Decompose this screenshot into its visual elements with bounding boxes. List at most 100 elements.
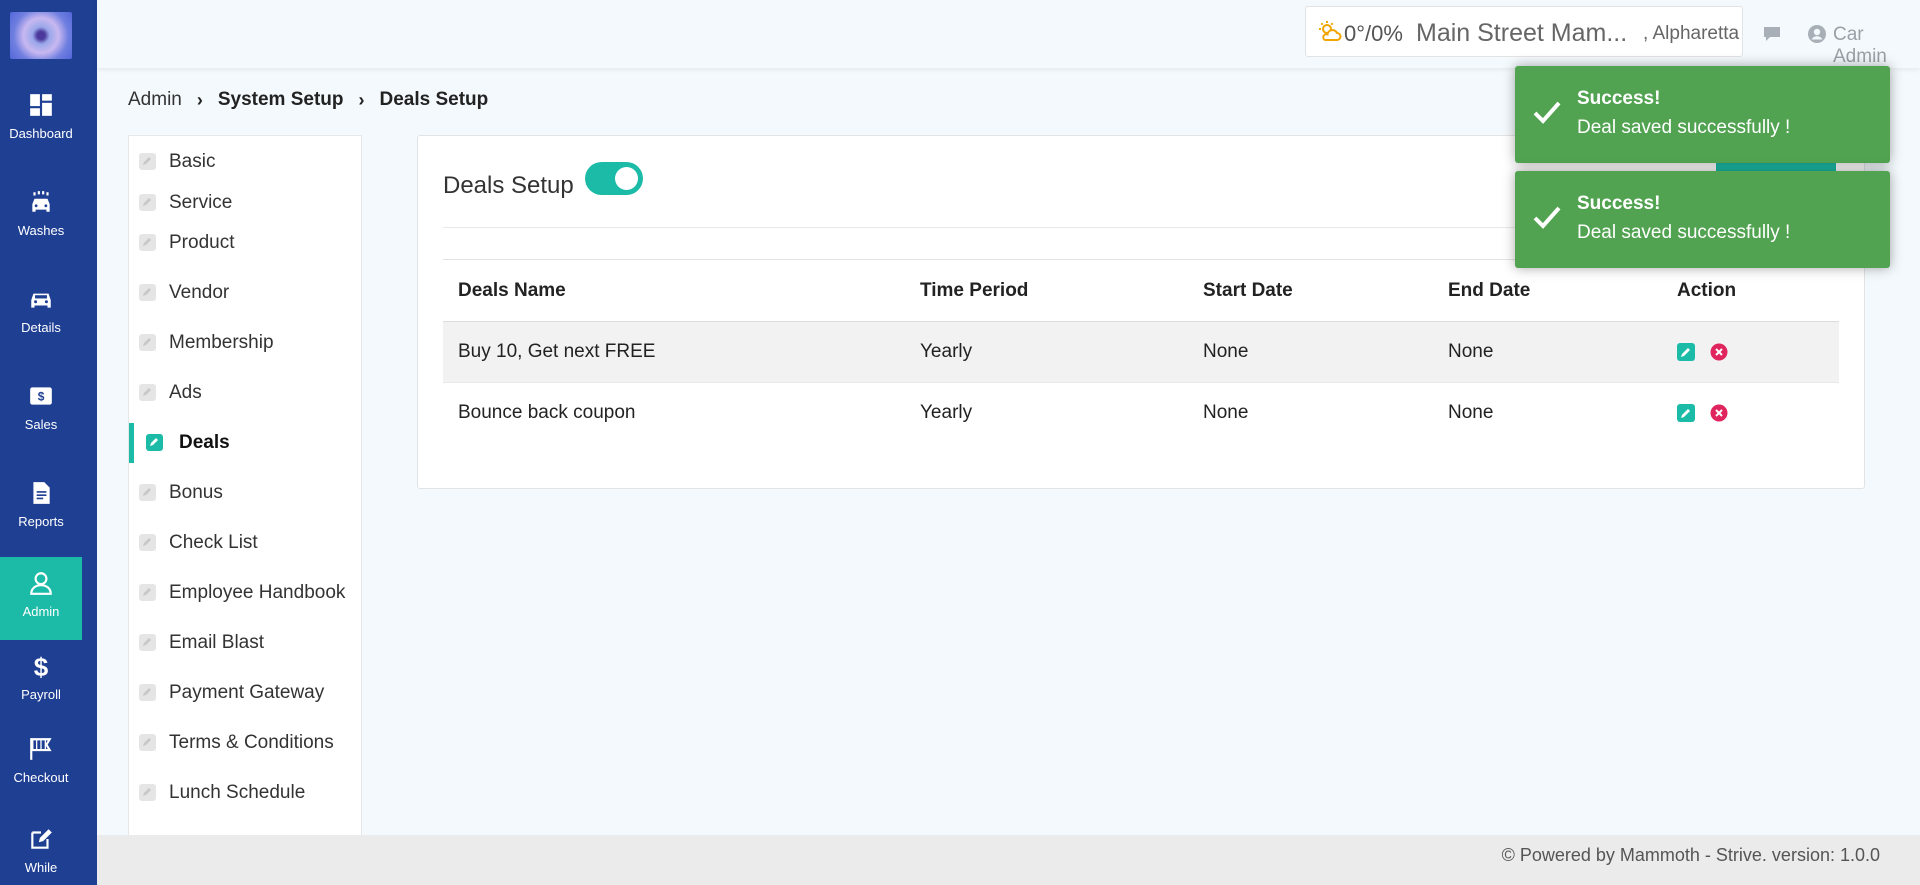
column-header-start-date: Start Date [1188, 259, 1433, 322]
location-city: , Alpharetta [1643, 23, 1740, 44]
action-cell [1662, 321, 1839, 383]
edit-icon[interactable] [1677, 342, 1695, 361]
dashboard-icon [30, 94, 52, 116]
menu-item-payment-gateway[interactable]: Payment Gateway [129, 673, 361, 713]
breadcrumb-admin[interactable]: Admin [128, 89, 182, 111]
deals-enabled-toggle[interactable] [585, 162, 643, 195]
flag-icon [30, 738, 52, 760]
report-icon [33, 482, 50, 504]
nav-label: Details [21, 320, 61, 335]
nav-label: Reports [18, 514, 64, 529]
temperature-text: 0°/0% [1344, 21, 1403, 46]
menu-item-deals[interactable]: Deals [129, 423, 361, 463]
breadcrumb: Admin › System Setup › Deals Setup [128, 89, 488, 111]
table-row: Bounce back coupon Yearly None None [443, 383, 1839, 444]
menu-item-label: Vendor [169, 282, 230, 303]
nav-item-checkout[interactable]: Checkout [0, 736, 82, 785]
edit-icon [139, 734, 156, 751]
svg-text:$: $ [38, 389, 45, 403]
edit-icon [139, 634, 156, 651]
edit-icon [139, 784, 156, 801]
top-bar: 0°/0% Main Street Mam... , Alpharetta Ca… [97, 0, 1920, 68]
menu-item-email-blast[interactable]: Email Blast [129, 623, 361, 663]
setup-side-menu: Basic Service Product Vendor Membership … [128, 135, 362, 835]
deals-table: Deals Name Time Period Start Date End Da… [443, 259, 1839, 444]
edit-icon [139, 234, 156, 251]
edit-icon[interactable] [1677, 404, 1695, 423]
toast-title: Success! [1577, 88, 1661, 109]
left-nav: Dashboard Washes Details $ Sales Reports… [0, 0, 97, 885]
menu-item-employee-handbook[interactable]: Employee Handbook [129, 573, 361, 613]
menu-item-label: Product [169, 232, 235, 253]
menu-item-membership[interactable]: Membership [129, 323, 361, 363]
edit-icon [31, 829, 52, 849]
car-wash-icon [32, 191, 50, 212]
edit-icon [139, 534, 156, 551]
time-period-cell: Yearly [905, 321, 1188, 383]
menu-item-label: Membership [169, 332, 274, 353]
nav-item-while[interactable]: While [0, 826, 82, 875]
menu-item-service[interactable]: Service [129, 183, 361, 223]
edit-icon [139, 153, 156, 170]
menu-item-basic[interactable]: Basic [129, 142, 361, 182]
breadcrumb-system-setup[interactable]: System Setup [218, 89, 344, 111]
success-toast[interactable]: Success! Deal saved successfully ! [1515, 66, 1890, 163]
svg-text:$: $ [34, 653, 49, 679]
weather-icon [1319, 21, 1342, 41]
edit-icon [139, 384, 156, 401]
nav-label: While [24, 860, 58, 875]
end-date-cell: None [1448, 402, 1494, 424]
footer-text: © Powered by Mammoth - Strive. version: … [1501, 845, 1880, 865]
edit-icon [139, 334, 156, 351]
delete-icon[interactable] [1710, 343, 1728, 361]
menu-item-check-list[interactable]: Check List [129, 523, 361, 563]
weather-location-widget[interactable]: 0°/0% Main Street Mam... , Alpharetta [1305, 6, 1743, 57]
nav-item-reports[interactable]: Reports [0, 480, 82, 529]
nav-item-washes[interactable]: Washes [0, 189, 82, 238]
menu-item-label: Deals [179, 432, 230, 453]
toast-message: Deal saved successfully ! [1577, 222, 1791, 243]
chevron-right-icon: › [358, 89, 365, 110]
nav-item-details[interactable]: Details [0, 286, 82, 335]
menu-item-label: Email Blast [169, 632, 265, 653]
nav-item-payroll[interactable]: $ Payroll [0, 653, 82, 702]
delete-icon[interactable] [1710, 404, 1728, 422]
edit-icon [139, 684, 156, 701]
user-icon[interactable] [1807, 24, 1827, 44]
end-date-cell: None [1433, 321, 1662, 383]
menu-item-bonus[interactable]: Bonus [129, 473, 361, 513]
start-date-cell: None [1188, 321, 1433, 383]
success-toast[interactable]: Success! Deal saved successfully ! [1515, 171, 1890, 268]
edit-icon [139, 584, 156, 601]
column-header-end-date: End Date [1433, 259, 1662, 322]
user-name[interactable]: Car Admin [1833, 24, 1920, 68]
action-cell [1662, 383, 1839, 444]
toggle-knob [615, 167, 638, 190]
menu-item-label: Lunch Schedule [169, 782, 306, 803]
check-icon [1533, 101, 1561, 124]
menu-item-lunch-schedule[interactable]: Lunch Schedule [129, 773, 361, 813]
edit-icon [139, 194, 156, 211]
deal-name-cell: Buy 10, Get next FREE [443, 321, 905, 383]
menu-item-label: Service [169, 192, 233, 213]
edit-icon [146, 434, 163, 451]
menu-item-vendor[interactable]: Vendor [129, 273, 361, 313]
column-header-time-period: Time Period [905, 259, 1188, 322]
nav-label: Dashboard [9, 126, 73, 141]
app-logo[interactable] [10, 12, 72, 59]
menu-item-label: Bonus [169, 482, 223, 503]
menu-item-ads[interactable]: Ads [129, 373, 361, 413]
money-icon: $ [30, 387, 52, 405]
time-period-cell: Yearly [920, 402, 973, 424]
chat-icon[interactable] [1762, 25, 1782, 43]
dollar-icon: $ [34, 653, 49, 679]
menu-item-product[interactable]: Product [129, 223, 361, 263]
location-name: Main Street Mam... [1416, 19, 1628, 47]
chevron-right-icon: › [196, 89, 203, 110]
menu-item-terms-conditions[interactable]: Terms & Conditions [129, 723, 361, 763]
menu-item-label: Basic [169, 151, 216, 172]
nav-item-sales[interactable]: $ Sales [0, 383, 82, 432]
nav-item-admin[interactable]: Admin [0, 557, 82, 640]
nav-item-dashboard[interactable]: Dashboard [0, 92, 82, 141]
user-icon [30, 572, 52, 595]
